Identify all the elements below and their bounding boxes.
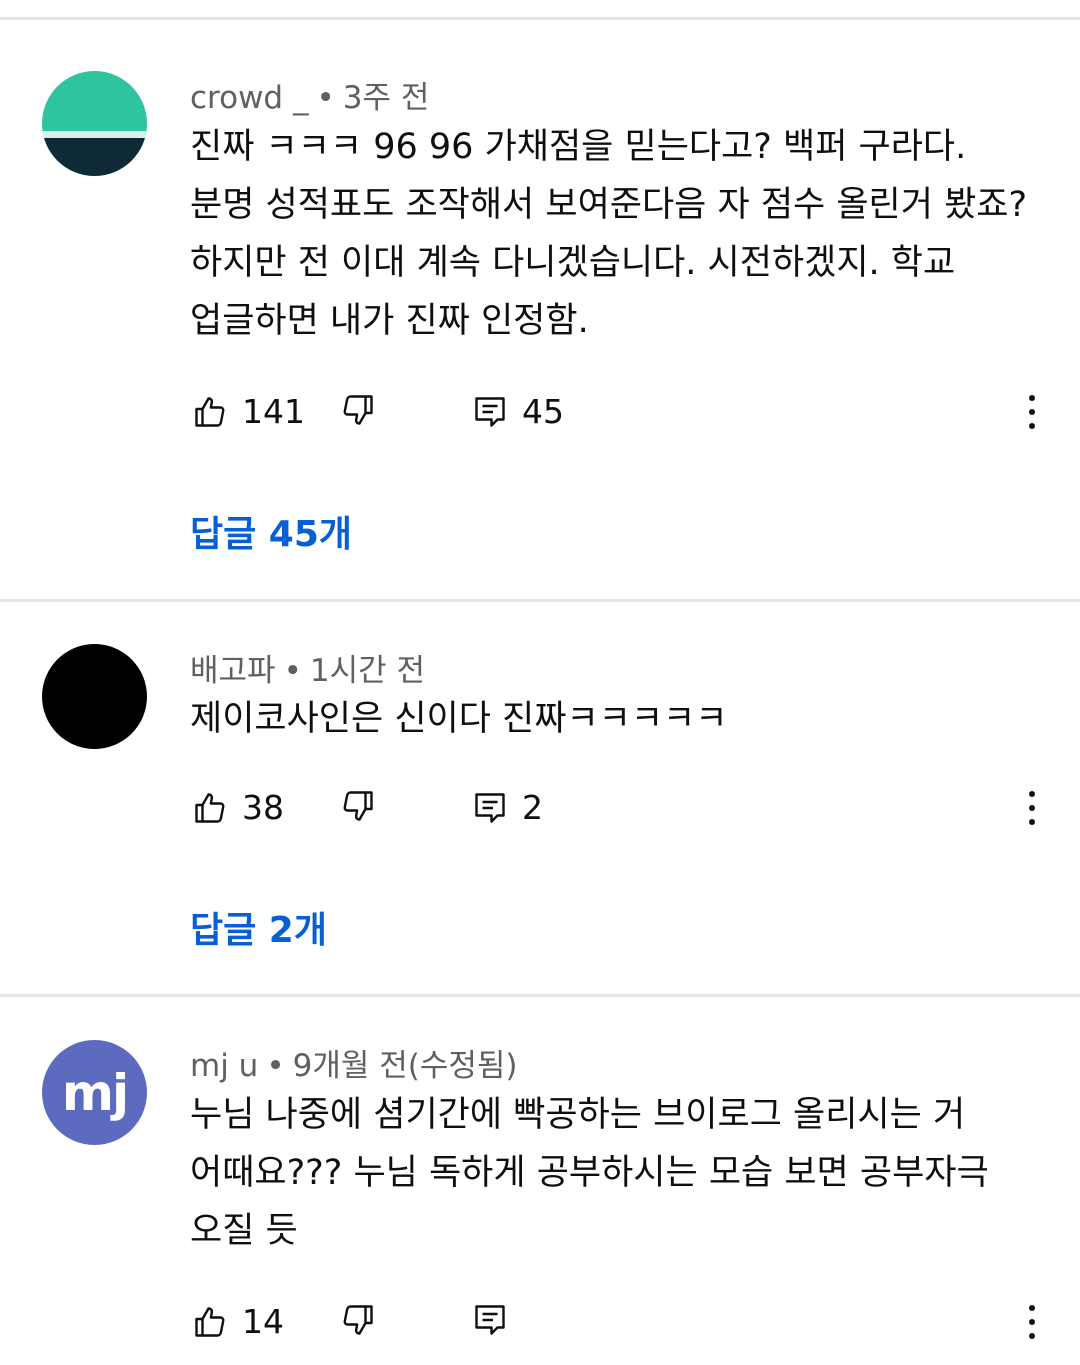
like-button[interactable]: 38 (192, 788, 284, 827)
more-options-button[interactable] (1012, 390, 1052, 434)
comment-time: 3주 전 (342, 80, 430, 116)
dislike-button[interactable] (340, 392, 376, 428)
dislike-button[interactable] (340, 788, 376, 824)
comment-line: 업글하면 내가 진짜 인정함. (190, 301, 589, 341)
like-icon (195, 1306, 225, 1337)
avatar[interactable]: mj (42, 1040, 147, 1145)
like-button[interactable]: 14 (192, 1302, 284, 1341)
comment-text: 진짜 ㅋㅋㅋ 96 96 가채점을 믿는다고? 백퍼 구라다. 분명 성적표도 … (190, 118, 1050, 350)
avatar[interactable] (42, 71, 147, 176)
reply-count: 45 (522, 392, 564, 431)
reply-icon (475, 396, 505, 427)
view-replies-link[interactable]: 답글 45개 (190, 505, 352, 557)
comment-time: 9개월 전(수정됨) (292, 1048, 518, 1084)
more-options-button[interactable] (1012, 1300, 1052, 1344)
comment-divider (0, 994, 1080, 997)
comment-line: 진짜 ㅋㅋㅋ 96 96 가채점을 믿는다고? 백퍼 구라다. (190, 127, 967, 167)
comment-actions: 38 2 (190, 788, 1050, 828)
dislike-icon (343, 1305, 373, 1335)
like-icon (195, 792, 225, 823)
comment-text: 제이코사인은 신이다 진짜ㅋㅋㅋㅋㅋ (190, 690, 1050, 748)
more-options-button[interactable] (1012, 786, 1052, 830)
comment-actions: 141 45 (190, 392, 1050, 432)
like-count: 38 (242, 788, 284, 827)
comment-time: 1시간 전 (309, 653, 425, 689)
comment-line: 어때요??? 누님 독하게 공부하시는 모습 보면 공부자극 (190, 1153, 989, 1193)
dislike-button[interactable] (340, 1302, 376, 1338)
comment-line: 분명 성적표도 조작해서 보여준다음 자 점수 올린거 봤죠? (190, 185, 1028, 225)
view-replies-link[interactable]: 답글 2개 (190, 901, 327, 953)
like-icon (195, 396, 225, 427)
dislike-icon (343, 791, 373, 821)
comment-meta: 배고파 • 1시간 전 (190, 653, 425, 689)
reply-icon (475, 792, 505, 823)
reply-count: 2 (522, 788, 543, 827)
avatar[interactable] (42, 644, 147, 749)
comment-divider (0, 599, 1080, 602)
like-count: 14 (242, 1302, 284, 1341)
avatar-letters: mj (61, 1063, 129, 1122)
reply-icon (475, 1305, 505, 1335)
reply-button[interactable]: 2 (472, 788, 543, 827)
dislike-icon (343, 395, 373, 425)
more-options-icon (1029, 395, 1035, 401)
like-button[interactable]: 141 (192, 392, 305, 431)
more-options-icon (1029, 1305, 1035, 1311)
comment-meta: mj u • 9개월 전(수정됨) (190, 1048, 518, 1084)
comment-line: 누님 나중에 셤기간에 빡공하는 브이로그 올리시는 거 (190, 1095, 966, 1135)
top-divider (0, 17, 1080, 20)
reply-button[interactable] (472, 1302, 508, 1338)
like-count: 141 (242, 392, 305, 431)
comment-line: 제이코사인은 신이다 진짜ㅋㅋㅋㅋㅋ (190, 699, 728, 739)
comment-line: 오질 듯 (190, 1211, 298, 1251)
reply-button[interactable]: 45 (472, 392, 564, 431)
comment-actions: 14 (190, 1302, 1050, 1342)
comment-meta: crowd _ • 3주 전 (190, 80, 430, 116)
comment-text: 누님 나중에 셤기간에 빡공하는 브이로그 올리시는 거 어때요??? 누님 독… (190, 1086, 1050, 1260)
author-name[interactable]: 배고파 (190, 653, 276, 689)
author-name[interactable]: mj u (190, 1048, 258, 1084)
more-options-icon (1029, 791, 1035, 797)
author-name[interactable]: crowd _ (190, 80, 308, 116)
comment-line: 하지만 전 이대 계속 다니겠습니다. 시전하겠지. 학교 (190, 243, 956, 283)
